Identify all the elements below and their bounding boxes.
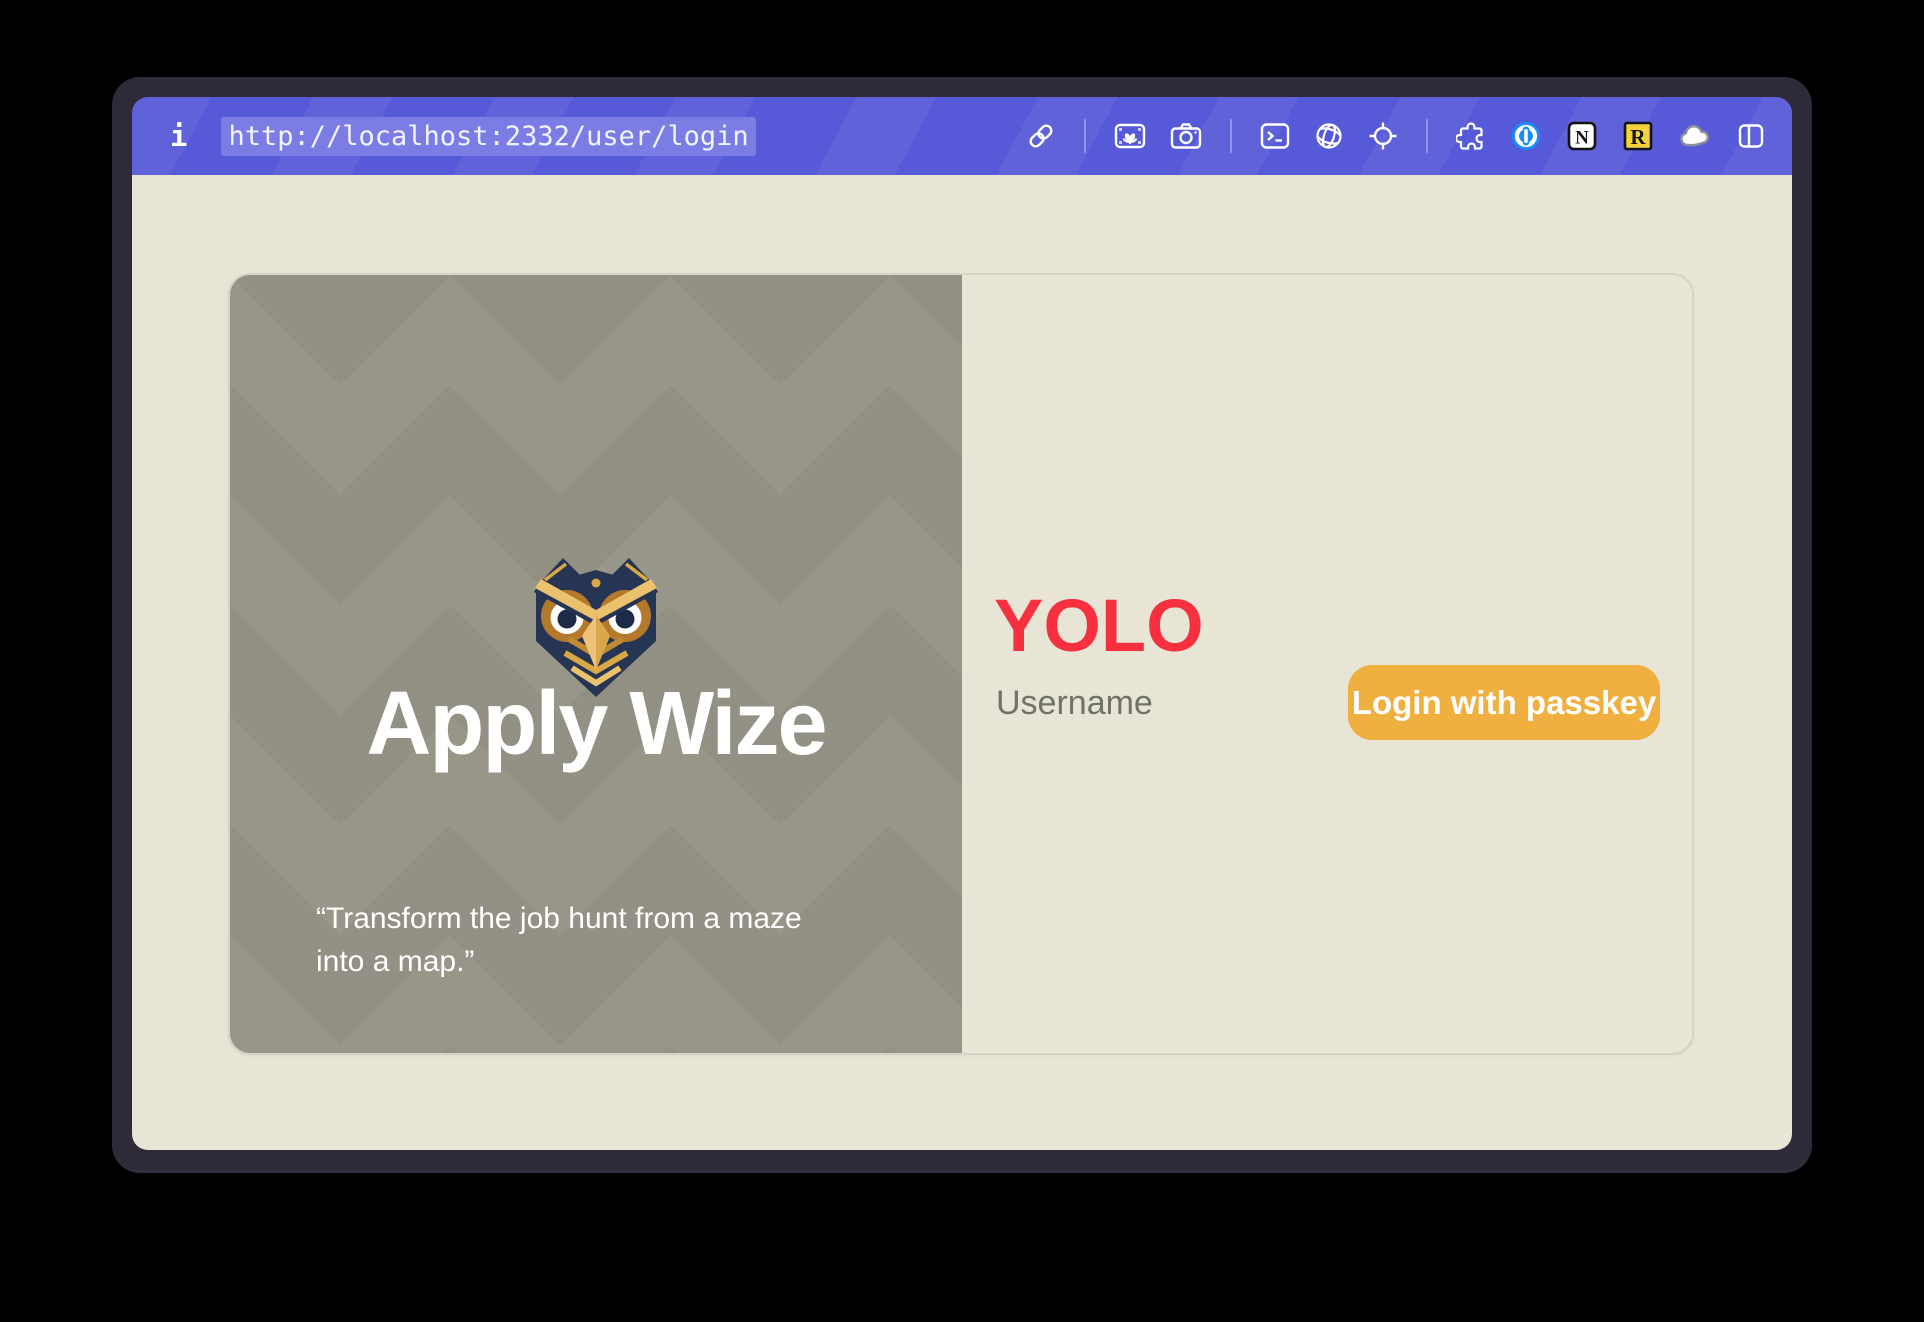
login-card: Apply Wize “Transform the job hunt from … <box>228 273 1694 1055</box>
brand-panel: Apply Wize “Transform the job hunt from … <box>230 275 962 1053</box>
sidebar-toggle-icon[interactable] <box>1736 121 1766 151</box>
camera-icon[interactable] <box>1170 121 1202 151</box>
toolbar-divider <box>1230 119 1232 153</box>
notion-icon[interactable]: N <box>1566 120 1598 152</box>
page-content: Apply Wize “Transform the job hunt from … <box>132 175 1792 1150</box>
brand-title: Apply Wize <box>230 675 962 774</box>
login-with-passkey-button[interactable]: Login with passkey <box>1348 665 1660 740</box>
1password-icon[interactable] <box>1510 120 1542 152</box>
info-icon[interactable]: i <box>170 119 187 153</box>
toolbar-icons: N R <box>1026 119 1766 153</box>
brand-tagline: “Transform the job hunt from a maze into… <box>316 897 856 983</box>
crosshair-icon[interactable] <box>1368 121 1398 151</box>
username-label: Username <box>996 686 1153 720</box>
desktop-background: i http://localhost:2332/user/login <box>0 0 1924 1322</box>
link-icon[interactable] <box>1026 121 1056 151</box>
globe-icon[interactable] <box>1314 121 1344 151</box>
extensions-puzzle-icon[interactable] <box>1456 121 1486 151</box>
r-extension-icon[interactable]: R <box>1622 120 1654 152</box>
login-panel: YOLO Username Login with passkey <box>962 275 1692 1053</box>
login-heading: YOLO <box>994 589 1204 663</box>
r-glyph: R <box>1630 125 1646 149</box>
notion-glyph: N <box>1575 128 1589 149</box>
cloud-icon[interactable] <box>1678 121 1712 151</box>
browser-toolbar: i http://localhost:2332/user/login <box>132 97 1792 175</box>
url-input[interactable]: http://localhost:2332/user/login <box>221 117 755 156</box>
image-icon[interactable] <box>1114 121 1146 151</box>
toolbar-divider <box>1084 119 1086 153</box>
toolbar-divider <box>1426 119 1428 153</box>
terminal-icon[interactable] <box>1260 121 1290 151</box>
browser-window: i http://localhost:2332/user/login <box>112 77 1812 1170</box>
